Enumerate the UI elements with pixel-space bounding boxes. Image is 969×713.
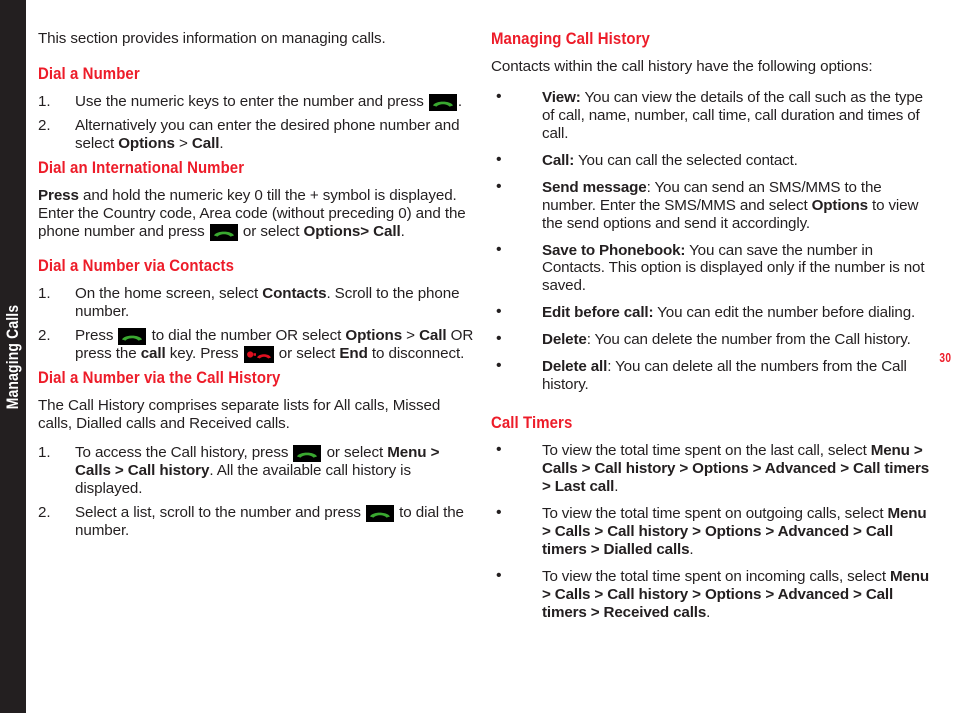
bullet-dot: • xyxy=(496,357,502,375)
paragraph-text-2: or select xyxy=(238,222,304,240)
intro-paragraph: This section provides information on man… xyxy=(38,30,386,47)
separator: > xyxy=(174,134,192,152)
right-column: Managing Call History Contacts within th… xyxy=(491,30,931,631)
list-item-text-2: to dial the number OR select xyxy=(147,326,346,344)
list-item: • Delete all: You can delete all the num… xyxy=(491,357,931,394)
emphasis-call: Call xyxy=(419,326,447,344)
bullet-dot: • xyxy=(496,150,502,168)
timer-description: To view the total time spent on incoming… xyxy=(542,567,890,585)
bullet-dot: • xyxy=(496,566,502,584)
list-item: • To view the total time spent on incomi… xyxy=(491,566,931,622)
timer-description: To view the total time spent on outgoing… xyxy=(542,504,888,522)
list-marker: 1. xyxy=(38,444,51,462)
option-description: You can edit the number before dialing. xyxy=(653,304,916,322)
bullet-dot: • xyxy=(496,441,502,459)
call-key-icon xyxy=(118,327,147,345)
list-item: 2. Alternatively you can enter the desir… xyxy=(38,117,474,153)
list-call-history-options: • View: You can view the details of the … xyxy=(491,87,931,394)
list-item-text: Select a list, scroll to the number and … xyxy=(75,504,366,522)
list-item-text-6: to disconnect. xyxy=(367,344,465,362)
paragraph-call-history: The Call History comprises separate list… xyxy=(38,396,441,432)
call-key-icon xyxy=(293,445,322,463)
list-item: • Call: You can call the selected contac… xyxy=(491,150,931,170)
option-label: Edit before call: xyxy=(542,304,654,322)
list-item: 2. Select a list, scroll to the number a… xyxy=(38,504,474,540)
emphasis-options: Options xyxy=(345,326,403,344)
list-marker: 1. xyxy=(38,284,51,302)
option-label: Save to Phonebook: xyxy=(542,241,686,259)
emphasis-call-key: call xyxy=(140,344,166,362)
list-item-text: Use the numeric keys to enter the number… xyxy=(75,92,424,110)
list-dial-via-contacts: 1. On the home screen, select Contacts. … xyxy=(38,285,474,363)
call-key-icon xyxy=(209,223,238,241)
option-description: You can call the selected contact. xyxy=(574,151,798,169)
timer-description: To view the total time spent on the last… xyxy=(542,442,871,460)
emphasis-contacts: Contacts xyxy=(262,284,327,302)
list-item: • To view the total time spent on the la… xyxy=(491,441,931,496)
separator: > xyxy=(402,326,420,344)
emphasis-options: Options xyxy=(811,196,868,214)
paragraph-managing-call-history: Contacts within the call history have th… xyxy=(491,58,873,75)
emphasis-options: Options xyxy=(118,134,175,152)
list-item-text: To access the Call history, press xyxy=(75,444,293,462)
list-dial-a-number: 1. Use the numeric keys to enter the num… xyxy=(38,93,474,153)
heading-dial-via-call-history: Dial a Number via the Call History xyxy=(38,367,281,387)
list-item: • Delete: You can delete the number from… xyxy=(491,330,931,349)
list-dial-via-call-history: 1. To access the Call history, press or … xyxy=(38,444,474,540)
call-key-icon xyxy=(366,505,395,523)
list-item: • Send message: You can send an SMS/MMS … xyxy=(491,177,931,233)
heading-managing-call-history: Managing Call History xyxy=(491,29,650,48)
list-marker: 1. xyxy=(38,92,51,110)
heading-dial-via-contacts: Dial a Number via Contacts xyxy=(38,255,235,275)
emphasis-call: Call xyxy=(191,134,220,152)
period: . xyxy=(400,222,405,240)
left-column: This section provides information on man… xyxy=(38,30,474,546)
list-item: • Save to Phonebook: You can save the nu… xyxy=(491,240,931,296)
option-label: Call: xyxy=(542,151,575,169)
list-item-text-tail: . xyxy=(457,92,462,110)
list-call-timers: • To view the total time spent on the la… xyxy=(491,441,931,622)
bullet-dot: • xyxy=(496,503,502,521)
call-key-icon xyxy=(428,93,457,111)
bullet-dot: • xyxy=(496,330,502,348)
emphasis-options-call: Options> Call xyxy=(303,222,401,240)
period: . xyxy=(614,477,619,495)
list-marker: 2. xyxy=(38,326,51,344)
bullet-dot: • xyxy=(496,87,502,105)
list-item: 1. Use the numeric keys to enter the num… xyxy=(38,93,474,111)
list-item-text: On the home screen, select xyxy=(75,284,263,302)
option-description: : You can delete the number from the Cal… xyxy=(586,331,911,349)
heading-call-timers: Call Timers xyxy=(491,413,573,433)
period: . xyxy=(219,134,224,152)
list-item-text: Press xyxy=(75,326,118,344)
page-content: This section provides information on man… xyxy=(0,0,969,713)
option-label: Delete all xyxy=(542,358,608,376)
option-label: View: xyxy=(542,88,581,106)
heading-dial-a-number: Dial a Number xyxy=(38,63,140,83)
list-item: • To view the total time spent on outgoi… xyxy=(491,503,931,559)
bullet-dot: • xyxy=(496,303,502,321)
emphasis-press: Press xyxy=(38,186,79,204)
period: . xyxy=(689,540,694,558)
bullet-dot: • xyxy=(496,177,502,195)
end-call-key-icon xyxy=(243,345,274,363)
option-label: Delete xyxy=(542,331,587,349)
emphasis-end: End xyxy=(339,344,368,362)
heading-dial-international: Dial an International Number xyxy=(38,157,245,177)
list-item-text-5: or select xyxy=(274,344,340,362)
list-item: 1. On the home screen, select Contacts. … xyxy=(38,285,474,321)
list-marker: 2. xyxy=(38,116,51,134)
list-item: • Edit before call: You can edit the num… xyxy=(491,303,931,322)
list-item-text-2: or select xyxy=(322,444,388,462)
bullet-dot: • xyxy=(496,240,502,258)
period: . xyxy=(706,603,711,621)
list-marker: 2. xyxy=(38,504,51,522)
list-item-text-4: key. Press xyxy=(165,344,243,362)
paragraph-dial-international: Press and hold the numeric key 0 till th… xyxy=(38,187,474,241)
option-description: You can view the details of the call suc… xyxy=(542,88,923,142)
option-label: Send message xyxy=(542,178,647,196)
list-item: 1. To access the Call history, press or … xyxy=(38,444,474,498)
list-item: 2. Press to dial the number OR select Op… xyxy=(38,327,474,363)
list-item: • View: You can view the details of the … xyxy=(491,87,931,143)
